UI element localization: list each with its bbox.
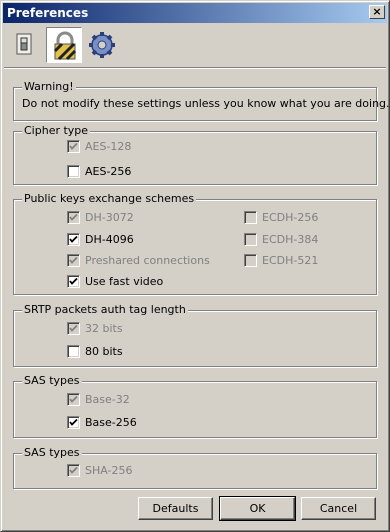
sas-hash-group: SAS types SHA-256 — [13, 446, 377, 489]
toolbar — [4, 25, 388, 65]
close-button[interactable]: × — [369, 5, 385, 19]
ecdh-384-checkbox[interactable]: ECDH-384 — [244, 233, 318, 246]
checkbox-label: ECDH-384 — [262, 233, 319, 246]
checkbox-label: ECDH-256 — [262, 211, 319, 224]
checkbox-box — [67, 211, 80, 224]
checkbox-box — [67, 140, 80, 153]
general-tab-button[interactable] — [8, 27, 44, 63]
public-keys-title: Public keys exchange schemes — [22, 192, 197, 205]
80-bits-checkbox[interactable]: 80 bits — [67, 345, 123, 358]
check-icon — [69, 235, 78, 243]
checkbox-box — [67, 416, 80, 429]
cancel-button[interactable]: Cancel — [301, 497, 376, 520]
checkbox-label: AES-256 — [85, 165, 132, 178]
check-icon — [69, 466, 78, 474]
preshared-connections-checkbox[interactable]: Preshared connections — [67, 254, 210, 267]
preferences-window: Preferences × Warning! Do not modify the… — [0, 0, 390, 532]
check-icon — [69, 324, 78, 332]
checkbox-label: 80 bits — [85, 345, 123, 358]
checkbox-label: Base-32 — [85, 393, 130, 406]
checkbox-box — [67, 393, 80, 406]
cipher-type-title: Cipher type — [22, 124, 91, 137]
sas-types-title: SAS types — [22, 374, 82, 387]
advanced-tab-button[interactable] — [84, 27, 120, 63]
security-tab-button[interactable] — [46, 27, 82, 63]
checkbox-box — [67, 345, 80, 358]
sha-256-checkbox[interactable]: SHA-256 — [67, 464, 133, 477]
checkbox-box — [67, 464, 80, 477]
check-icon — [69, 213, 78, 221]
dh-4096-checkbox[interactable]: DH-4096 — [67, 233, 134, 246]
checkbox-box — [244, 211, 257, 224]
ok-button[interactable]: OK — [219, 496, 296, 521]
checkbox-label: DH-3072 — [85, 211, 134, 224]
check-icon — [69, 256, 78, 264]
checkbox-label: AES-128 — [85, 140, 132, 153]
warning-text: Do not modify these settings unless you … — [22, 97, 390, 110]
padlock-icon — [53, 31, 77, 61]
checkbox-box — [67, 254, 80, 267]
warning-title: Warning! — [22, 80, 76, 93]
dh-3072-checkbox[interactable]: DH-3072 — [67, 211, 134, 224]
base-256-checkbox[interactable]: Base-256 — [67, 416, 137, 429]
base-32-checkbox[interactable]: Base-32 — [67, 393, 130, 406]
window-title: Preferences — [7, 6, 89, 20]
check-icon — [69, 142, 78, 150]
aes-256-checkbox[interactable]: AES-256 — [67, 165, 131, 178]
srtp-title: SRTP packets auth tag length — [22, 303, 188, 316]
switch-icon — [16, 33, 32, 55]
sas-types-group: SAS types Base-32 Base-256 — [13, 374, 377, 438]
sas-hash-title: SAS types — [22, 446, 82, 459]
checkbox-label: ECDH-521 — [262, 254, 319, 267]
checkbox-label: DH-4096 — [85, 233, 134, 246]
ecdh-521-checkbox[interactable]: ECDH-521 — [244, 254, 318, 267]
cipher-type-group: Cipher type AES-128 AES-256 — [13, 124, 377, 185]
checkbox-label: 32 bits — [85, 322, 123, 335]
public-keys-group: Public keys exchange schemes DH-3072 DH-… — [13, 192, 377, 295]
checkbox-box — [244, 254, 257, 267]
32-bits-checkbox[interactable]: 32 bits — [67, 322, 123, 335]
checkbox-label: Base-256 — [85, 416, 137, 429]
check-icon — [69, 418, 78, 426]
gear-icon — [89, 32, 115, 58]
checkbox-box — [244, 233, 257, 246]
checkbox-label: Preshared connections — [85, 254, 210, 267]
checkbox-label: SHA-256 — [85, 464, 133, 477]
srtp-group: SRTP packets auth tag length 32 bits 80 … — [13, 303, 377, 367]
toolbar-separator — [4, 67, 386, 69]
checkbox-box — [67, 233, 80, 246]
checkbox-box — [67, 275, 80, 288]
defaults-button[interactable]: Defaults — [138, 497, 213, 520]
warning-group: Warning! Do not modify these settings un… — [13, 80, 390, 121]
use-fast-video-checkbox[interactable]: Use fast video — [67, 275, 163, 288]
check-icon — [69, 277, 78, 285]
checkbox-label: Use fast video — [85, 275, 164, 288]
checkbox-box — [67, 322, 80, 335]
check-icon — [69, 395, 78, 403]
aes-128-checkbox[interactable]: AES-128 — [67, 140, 131, 153]
title-bar[interactable]: Preferences × — [3, 3, 387, 23]
checkbox-box — [67, 165, 80, 178]
ecdh-256-checkbox[interactable]: ECDH-256 — [244, 211, 318, 224]
